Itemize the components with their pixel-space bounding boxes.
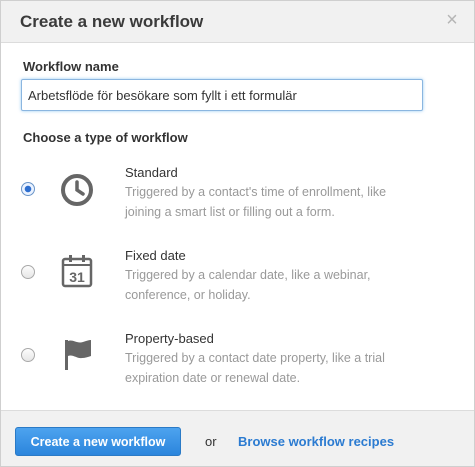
workflow-name-input[interactable] (21, 79, 423, 111)
clock-icon (61, 174, 93, 206)
create-workflow-dialog: Create a new workflow × Workflow name Ch… (0, 0, 475, 467)
option-fixed-date-title: Fixed date (125, 248, 186, 263)
option-property-based[interactable]: Property-based Triggered by a contact da… (1, 326, 474, 406)
close-icon[interactable]: × (443, 10, 461, 30)
dialog-header: Create a new workflow × (1, 1, 474, 43)
radio-fixed-date[interactable] (21, 265, 35, 279)
radio-standard[interactable] (21, 182, 35, 196)
option-standard[interactable]: Standard Triggered by a contact's time o… (1, 160, 474, 240)
option-fixed-date[interactable]: 31 Fixed date Triggered by a calendar da… (1, 243, 474, 323)
or-text: or (205, 434, 217, 449)
browse-recipes-link[interactable]: Browse workflow recipes (238, 434, 394, 449)
create-workflow-button[interactable]: Create a new workflow (15, 427, 181, 456)
option-property-based-description: Triggered by a contact date property, li… (125, 351, 385, 385)
flag-icon (65, 340, 91, 370)
dialog-title: Create a new workflow (20, 12, 204, 31)
calendar-icon: 31 (61, 255, 93, 288)
option-property-based-title: Property-based (125, 331, 214, 346)
calendar-day-number: 31 (69, 269, 85, 285)
dialog-footer: Create a new workflow or Browse workflow… (1, 410, 474, 466)
option-fixed-date-description: Triggered by a calendar date, like a web… (125, 268, 371, 302)
radio-property-based[interactable] (21, 348, 35, 362)
workflow-name-label: Workflow name (23, 59, 119, 74)
option-standard-description: Triggered by a contact's time of enrollm… (125, 185, 387, 219)
workflow-type-label: Choose a type of workflow (23, 130, 188, 145)
option-standard-title: Standard (125, 165, 178, 180)
